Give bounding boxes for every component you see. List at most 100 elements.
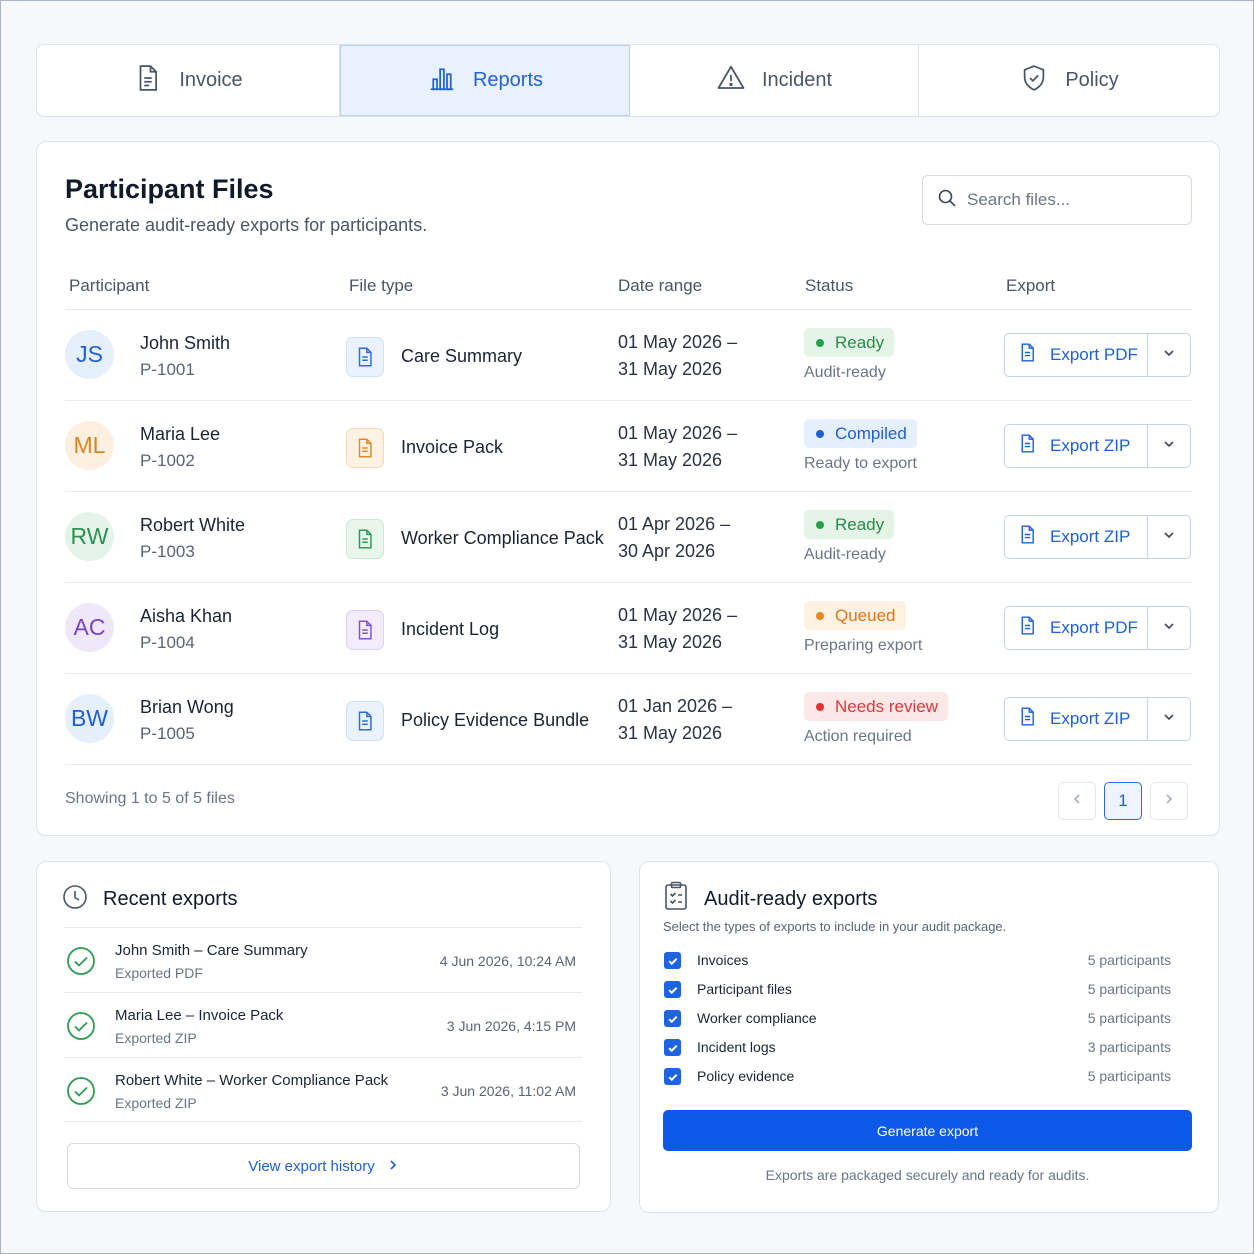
participant-files-card: Participant Files Generate audit-ready e… (36, 141, 1220, 836)
export-button[interactable]: Export PDF (1005, 334, 1148, 376)
export-label: Export ZIP (1050, 527, 1131, 546)
export-label: Export ZIP (1050, 436, 1131, 455)
tab-reports[interactable]: Reports (340, 45, 630, 116)
column-header-date-range: Date range (618, 276, 703, 295)
file-icon (1017, 342, 1038, 368)
list-item: John Smith – Care Summary Exported PDF 4… (64, 927, 582, 992)
page-title: Participant Files (65, 174, 274, 204)
export-options-dropdown[interactable] (1148, 334, 1190, 376)
view-export-history-button[interactable]: View export history (67, 1143, 580, 1189)
shield-check-icon (1019, 63, 1049, 99)
participant-name: Brian Wong (140, 697, 234, 717)
search-icon (937, 188, 957, 213)
export-timestamp: 3 Jun 2026, 4:15 PM (446, 1018, 576, 1034)
chevron-right-icon (387, 1158, 399, 1175)
participant-name: Maria Lee (140, 424, 221, 444)
export-options-dropdown[interactable] (1148, 516, 1190, 558)
clipboard-check-icon (663, 881, 689, 911)
file-type-label: Worker Compliance Pack (401, 528, 604, 548)
option-count: 5 participants (1087, 952, 1171, 968)
option-count: 3 participants (1087, 1039, 1171, 1055)
status-badge: Needs review (804, 692, 948, 721)
option-label: Invoices (697, 952, 749, 968)
date-range-start: 01 Jan 2026 – (618, 696, 733, 716)
option-label: Incident logs (697, 1039, 776, 1055)
file-icon (1017, 615, 1038, 641)
pagination-summary: Showing 1 to 5 of 5 files (65, 790, 235, 807)
policy-evidence-checkbox[interactable] (664, 1068, 681, 1085)
chevron-down-icon (1162, 710, 1176, 729)
tab-incident[interactable]: Incident (630, 45, 919, 116)
tab-policy[interactable]: Policy (919, 45, 1219, 116)
avatar: AC (65, 603, 114, 652)
status-detail: Ready to export (804, 455, 917, 472)
search-input[interactable] (967, 190, 1177, 210)
file-icon (346, 610, 384, 650)
date-range-end: 31 May 2026 (618, 359, 723, 379)
date-range-start: 01 May 2026 – (618, 423, 738, 443)
status-detail: Preparing export (804, 637, 923, 654)
date-range-end: 31 May 2026 (618, 723, 723, 743)
option-count: 5 participants (1087, 981, 1171, 997)
chevron-down-icon (1162, 619, 1176, 638)
file-icon (346, 337, 384, 377)
table-row: ML Maria Lee P-1002 Invoice Pack 01 May … (65, 401, 1192, 492)
check-circle-icon (66, 1076, 96, 1106)
export-option: Participant files 5 participants (664, 979, 1171, 1001)
column-header-export: Export (1006, 276, 1056, 295)
export-split-button: Export PDF (1004, 606, 1191, 650)
export-split-button: Export ZIP (1004, 697, 1191, 741)
export-split-button: Export PDF (1004, 333, 1191, 377)
incident-logs-checkbox[interactable] (664, 1039, 681, 1056)
date-range-start: 01 May 2026 – (618, 605, 738, 625)
export-button[interactable]: Export PDF (1005, 607, 1148, 649)
tab-label: Reports (472, 69, 544, 91)
previous-page-button[interactable] (1058, 782, 1096, 820)
status-badge: Ready (804, 510, 895, 539)
tab-bar: Invoice Reports Incident Policy (36, 44, 1220, 117)
export-button[interactable]: Export ZIP (1005, 425, 1148, 467)
export-format: Exported ZIP (115, 1030, 197, 1046)
export-split-button: Export ZIP (1004, 515, 1191, 559)
file-icon (346, 519, 384, 559)
file-icon (1017, 433, 1038, 459)
export-button[interactable]: Export ZIP (1005, 698, 1148, 740)
table-row: RW Robert White P-1003 Worker Compliance… (65, 492, 1192, 583)
export-button[interactable]: Export ZIP (1005, 516, 1148, 558)
list-item: Maria Lee – Invoice Pack Exported ZIP 3 … (64, 992, 582, 1057)
participant-name: John Smith (140, 333, 231, 353)
clock-icon (62, 884, 88, 910)
export-title: Maria Lee – Invoice Pack (115, 1007, 284, 1024)
chevron-down-icon (1162, 528, 1176, 547)
export-format: Exported PDF (115, 965, 203, 981)
export-options-dropdown[interactable] (1148, 607, 1190, 649)
list-item: Robert White – Worker Compliance Pack Ex… (64, 1057, 582, 1122)
file-type-label: Care Summary (401, 346, 523, 366)
date-range-start: 01 May 2026 – (618, 332, 738, 352)
tab-label: Incident (761, 69, 833, 91)
table-row: BW Brian Wong P-1005 Policy Evidence Bun… (65, 674, 1192, 765)
generate-export-button[interactable]: Generate export (663, 1110, 1192, 1151)
page-number-button[interactable]: 1 (1104, 782, 1142, 820)
page-subtitle: Generate audit-ready exports for partici… (65, 215, 428, 235)
table-row: AC Aisha Khan P-1004 Incident Log 01 May… (65, 583, 1192, 674)
section-description: Select the types of exports to include i… (663, 919, 1007, 934)
history-label: View export history (248, 1157, 375, 1175)
participant-id: P-1003 (140, 542, 195, 561)
tab-label: Invoice (179, 69, 243, 91)
next-page-button[interactable] (1150, 782, 1188, 820)
search-box[interactable] (922, 175, 1192, 225)
chevron-down-icon (1162, 346, 1176, 365)
invoices-checkbox[interactable] (664, 952, 681, 969)
export-options-dropdown[interactable] (1148, 425, 1190, 467)
option-label: Policy evidence (697, 1068, 795, 1084)
file-type-label: Policy Evidence Bundle (401, 710, 590, 730)
export-options-dropdown[interactable] (1148, 698, 1190, 740)
app-frame: Invoice Reports Incident Policy Particip… (0, 0, 1254, 1254)
column-header-status: Status (805, 276, 854, 295)
tab-label: Policy (1065, 69, 1119, 91)
participant-files-checkbox[interactable] (664, 981, 681, 998)
tab-invoice[interactable]: Invoice (37, 45, 340, 116)
worker-compliance-checkbox[interactable] (664, 1010, 681, 1027)
audit-note: Exports are packaged securely and ready … (765, 1167, 1090, 1183)
